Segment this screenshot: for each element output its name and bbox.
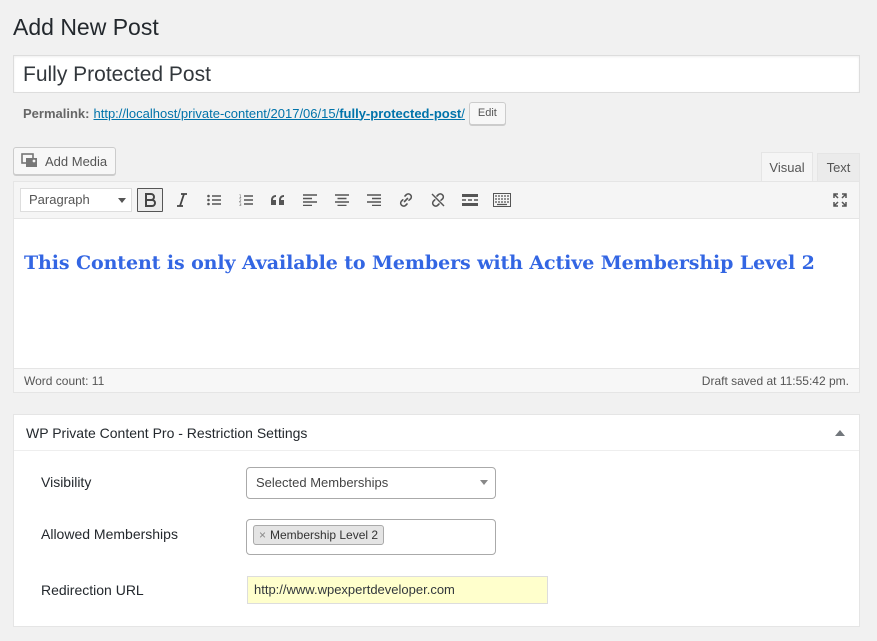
align-left-icon (303, 194, 317, 206)
toolbar-toggle-icon (493, 193, 511, 207)
word-count: Word count: 11 (24, 373, 105, 388)
chevron-down-icon (480, 480, 488, 485)
add-media-button[interactable]: Add Media (13, 147, 116, 175)
align-center-button[interactable] (329, 188, 355, 212)
unlink-icon (431, 193, 445, 207)
restriction-settings-metabox: WP Private Content Pro - Restriction Set… (13, 414, 860, 627)
visibility-select[interactable]: Selected Memberships (246, 467, 496, 499)
permalink-base: http://localhost/private-content/2017/06… (93, 105, 340, 121)
blockquote-button[interactable] (265, 188, 291, 212)
numbered-list-icon: 1 2 3 (239, 194, 253, 206)
align-right-button[interactable] (361, 188, 387, 212)
align-center-icon (335, 194, 349, 206)
post-title-input[interactable]: Fully Protected Post (13, 55, 860, 93)
align-right-icon (367, 194, 381, 206)
blockquote-icon (271, 195, 284, 205)
link-icon (399, 193, 413, 207)
svg-text:3: 3 (239, 202, 242, 206)
insert-link-button[interactable] (393, 188, 419, 212)
content-heading: This Content is only Available to Member… (24, 252, 815, 274)
permalink-row: Permalink: http://localhost/private-cont… (23, 101, 506, 125)
remove-chip-icon[interactable]: × (259, 528, 266, 542)
add-media-label: Add Media (45, 153, 108, 169)
draft-status: Draft saved at 11:55:42 pm. (701, 373, 849, 388)
editor-status-bar: Word count: 11 Draft saved at 11:55:42 p… (14, 368, 859, 392)
page-title: Add New Post (13, 14, 159, 40)
visibility-select-value: Selected Memberships (256, 475, 389, 490)
editor-toolbar: Paragraph 1 2 3 (14, 182, 859, 219)
permalink-slug: fully-protected-post (339, 105, 462, 121)
redirection-url-input[interactable]: http://www.wpexpertdeveloper.com (247, 576, 548, 604)
format-select-value: Paragraph (29, 192, 90, 207)
allowed-memberships-label: Allowed Memberships (41, 526, 178, 542)
unlink-button[interactable] (425, 188, 451, 212)
collapse-arrow-icon[interactable] (835, 430, 845, 436)
format-select[interactable]: Paragraph (20, 188, 132, 212)
tab-text[interactable]: Text (817, 153, 860, 181)
redirection-url-label: Redirection URL (41, 582, 144, 598)
visibility-label: Visibility (41, 474, 92, 490)
bullet-list-icon (207, 194, 221, 206)
fullscreen-button[interactable] (827, 188, 853, 212)
membership-chip-label: Membership Level 2 (270, 528, 379, 542)
permalink-trailing: / (461, 105, 465, 121)
italic-button[interactable] (169, 188, 195, 212)
post-editor: Paragraph 1 2 3 This Content is only Ava… (13, 181, 860, 393)
membership-chip: × Membership Level 2 (253, 525, 385, 545)
italic-icon (177, 193, 187, 207)
bullet-list-button[interactable] (201, 188, 227, 212)
edit-permalink-button[interactable]: Edit (468, 101, 506, 125)
chevron-down-icon (118, 198, 126, 203)
metabox-header[interactable]: WP Private Content Pro - Restriction Set… (14, 415, 859, 451)
media-icon (21, 153, 39, 169)
read-more-icon (462, 194, 478, 206)
metabox-title: WP Private Content Pro - Restriction Set… (26, 424, 308, 441)
permalink-link[interactable]: http://localhost/private-content/2017/06… (93, 106, 464, 121)
allowed-memberships-select[interactable]: × Membership Level 2 (246, 519, 496, 555)
toolbar-toggle-button[interactable] (489, 188, 515, 212)
align-left-button[interactable] (297, 188, 323, 212)
bold-button[interactable] (137, 188, 163, 212)
numbered-list-button[interactable]: 1 2 3 (233, 188, 259, 212)
fullscreen-icon (833, 193, 847, 207)
permalink-label: Permalink: (23, 105, 90, 121)
bold-icon (145, 193, 156, 207)
read-more-button[interactable] (457, 188, 483, 212)
tab-visual[interactable]: Visual (761, 152, 813, 182)
editor-content[interactable]: This Content is only Available to Member… (14, 219, 859, 369)
